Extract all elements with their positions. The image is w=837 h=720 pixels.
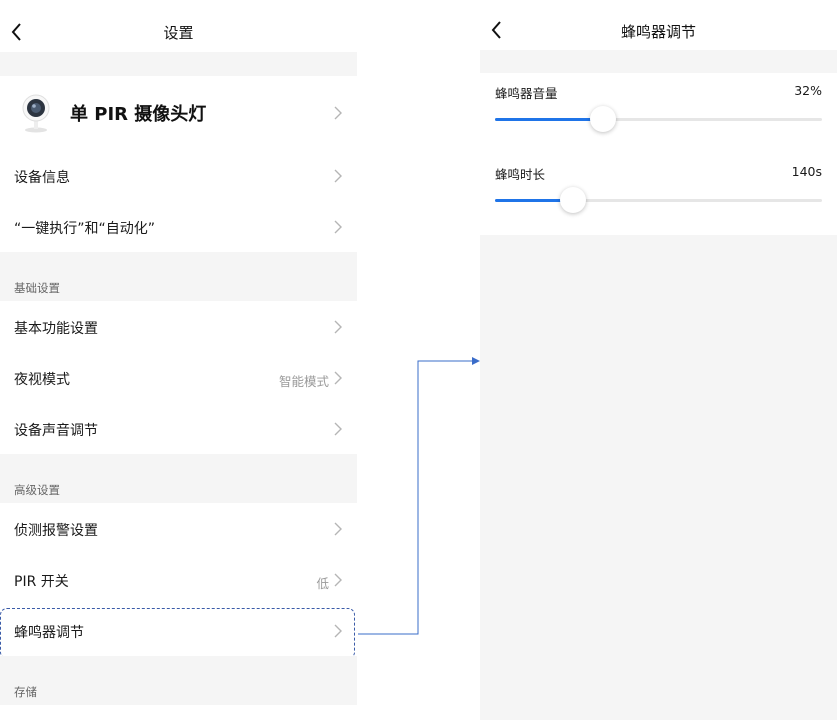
connector-arrow bbox=[358, 357, 480, 635]
basic-function-row[interactable]: 基本功能设置 bbox=[0, 301, 357, 352]
row-value: 低 bbox=[316, 576, 329, 591]
chevron-right-icon bbox=[334, 320, 342, 334]
buzzer-adjust-row[interactable]: 蜂鸣器调节 bbox=[0, 605, 357, 656]
night-vision-row[interactable]: 夜视模式 智能模式 bbox=[0, 352, 357, 403]
row-label: 夜视模式 bbox=[14, 372, 70, 388]
row-label: 蜂鸣器调节 bbox=[14, 625, 84, 641]
section-title-basic: 基础设置 bbox=[14, 281, 60, 295]
pir-switch-row[interactable]: PIR 开关 低 bbox=[0, 554, 357, 605]
buzzer-header: 蜂鸣器调节 bbox=[480, 0, 837, 50]
row-label: 基本功能设置 bbox=[14, 321, 98, 337]
chevron-right-icon bbox=[334, 371, 342, 385]
duration-value: 140s bbox=[791, 164, 822, 179]
settings-header: 设置 bbox=[0, 0, 357, 52]
device-info-row[interactable]: 设备信息 bbox=[0, 150, 357, 201]
slider-fill bbox=[495, 118, 603, 121]
row-label: PIR 开关 bbox=[14, 574, 69, 590]
row-label: 侦测报警设置 bbox=[14, 523, 98, 539]
row-value: 智能模式 bbox=[278, 374, 329, 389]
chevron-right-icon bbox=[334, 573, 342, 587]
page-title: 设置 bbox=[163, 24, 194, 42]
section-gap: 高级设置 bbox=[0, 454, 357, 503]
slider-thumb[interactable] bbox=[560, 187, 587, 213]
chevron-right-icon bbox=[334, 169, 342, 183]
chevron-right-icon bbox=[334, 106, 342, 120]
duration-slider[interactable] bbox=[495, 187, 822, 213]
row-label: “一键执行”和“自动化” bbox=[14, 221, 156, 237]
sound-adjust-row[interactable]: 设备声音调节 bbox=[0, 403, 357, 454]
chevron-right-icon bbox=[334, 220, 342, 234]
volume-label: 蜂鸣器音量 bbox=[495, 86, 558, 101]
buzzer-settings-card: 蜂鸣器音量 32% 蜂鸣时长 140s bbox=[480, 73, 837, 235]
duration-label: 蜂鸣时长 bbox=[495, 167, 546, 182]
volume-value: 32% bbox=[794, 83, 822, 98]
automation-row[interactable]: “一键执行”和“自动化” bbox=[0, 201, 357, 252]
volume-slider[interactable] bbox=[495, 106, 822, 132]
device-name: 单 PIR 摄像头灯 bbox=[70, 104, 207, 125]
divider bbox=[0, 52, 357, 76]
camera-icon bbox=[22, 94, 50, 133]
row-label: 设备信息 bbox=[14, 170, 70, 186]
buzzer-screen: 蜂鸣器调节 蜂鸣器音量 32% 蜂鸣时长 140s bbox=[480, 0, 837, 720]
section-gap: 存储 bbox=[0, 656, 357, 705]
slider-thumb[interactable] bbox=[589, 106, 616, 132]
chevron-right-icon bbox=[334, 422, 342, 436]
chevron-right-icon bbox=[334, 522, 342, 536]
section-title-advanced: 高级设置 bbox=[14, 483, 60, 497]
section-title-storage: 存储 bbox=[14, 685, 37, 699]
section-gap: 基础设置 bbox=[0, 252, 357, 301]
page-title: 蜂鸣器调节 bbox=[620, 23, 696, 41]
settings-screen: 设置 单 PIR 摄像头灯 设备信息 “一键执行”和“自动化” 基础设置 基本功… bbox=[0, 0, 357, 720]
row-label: 设备声音调节 bbox=[14, 423, 98, 439]
chevron-right-icon bbox=[334, 624, 342, 638]
detection-alarm-row[interactable]: 侦测报警设置 bbox=[0, 503, 357, 554]
